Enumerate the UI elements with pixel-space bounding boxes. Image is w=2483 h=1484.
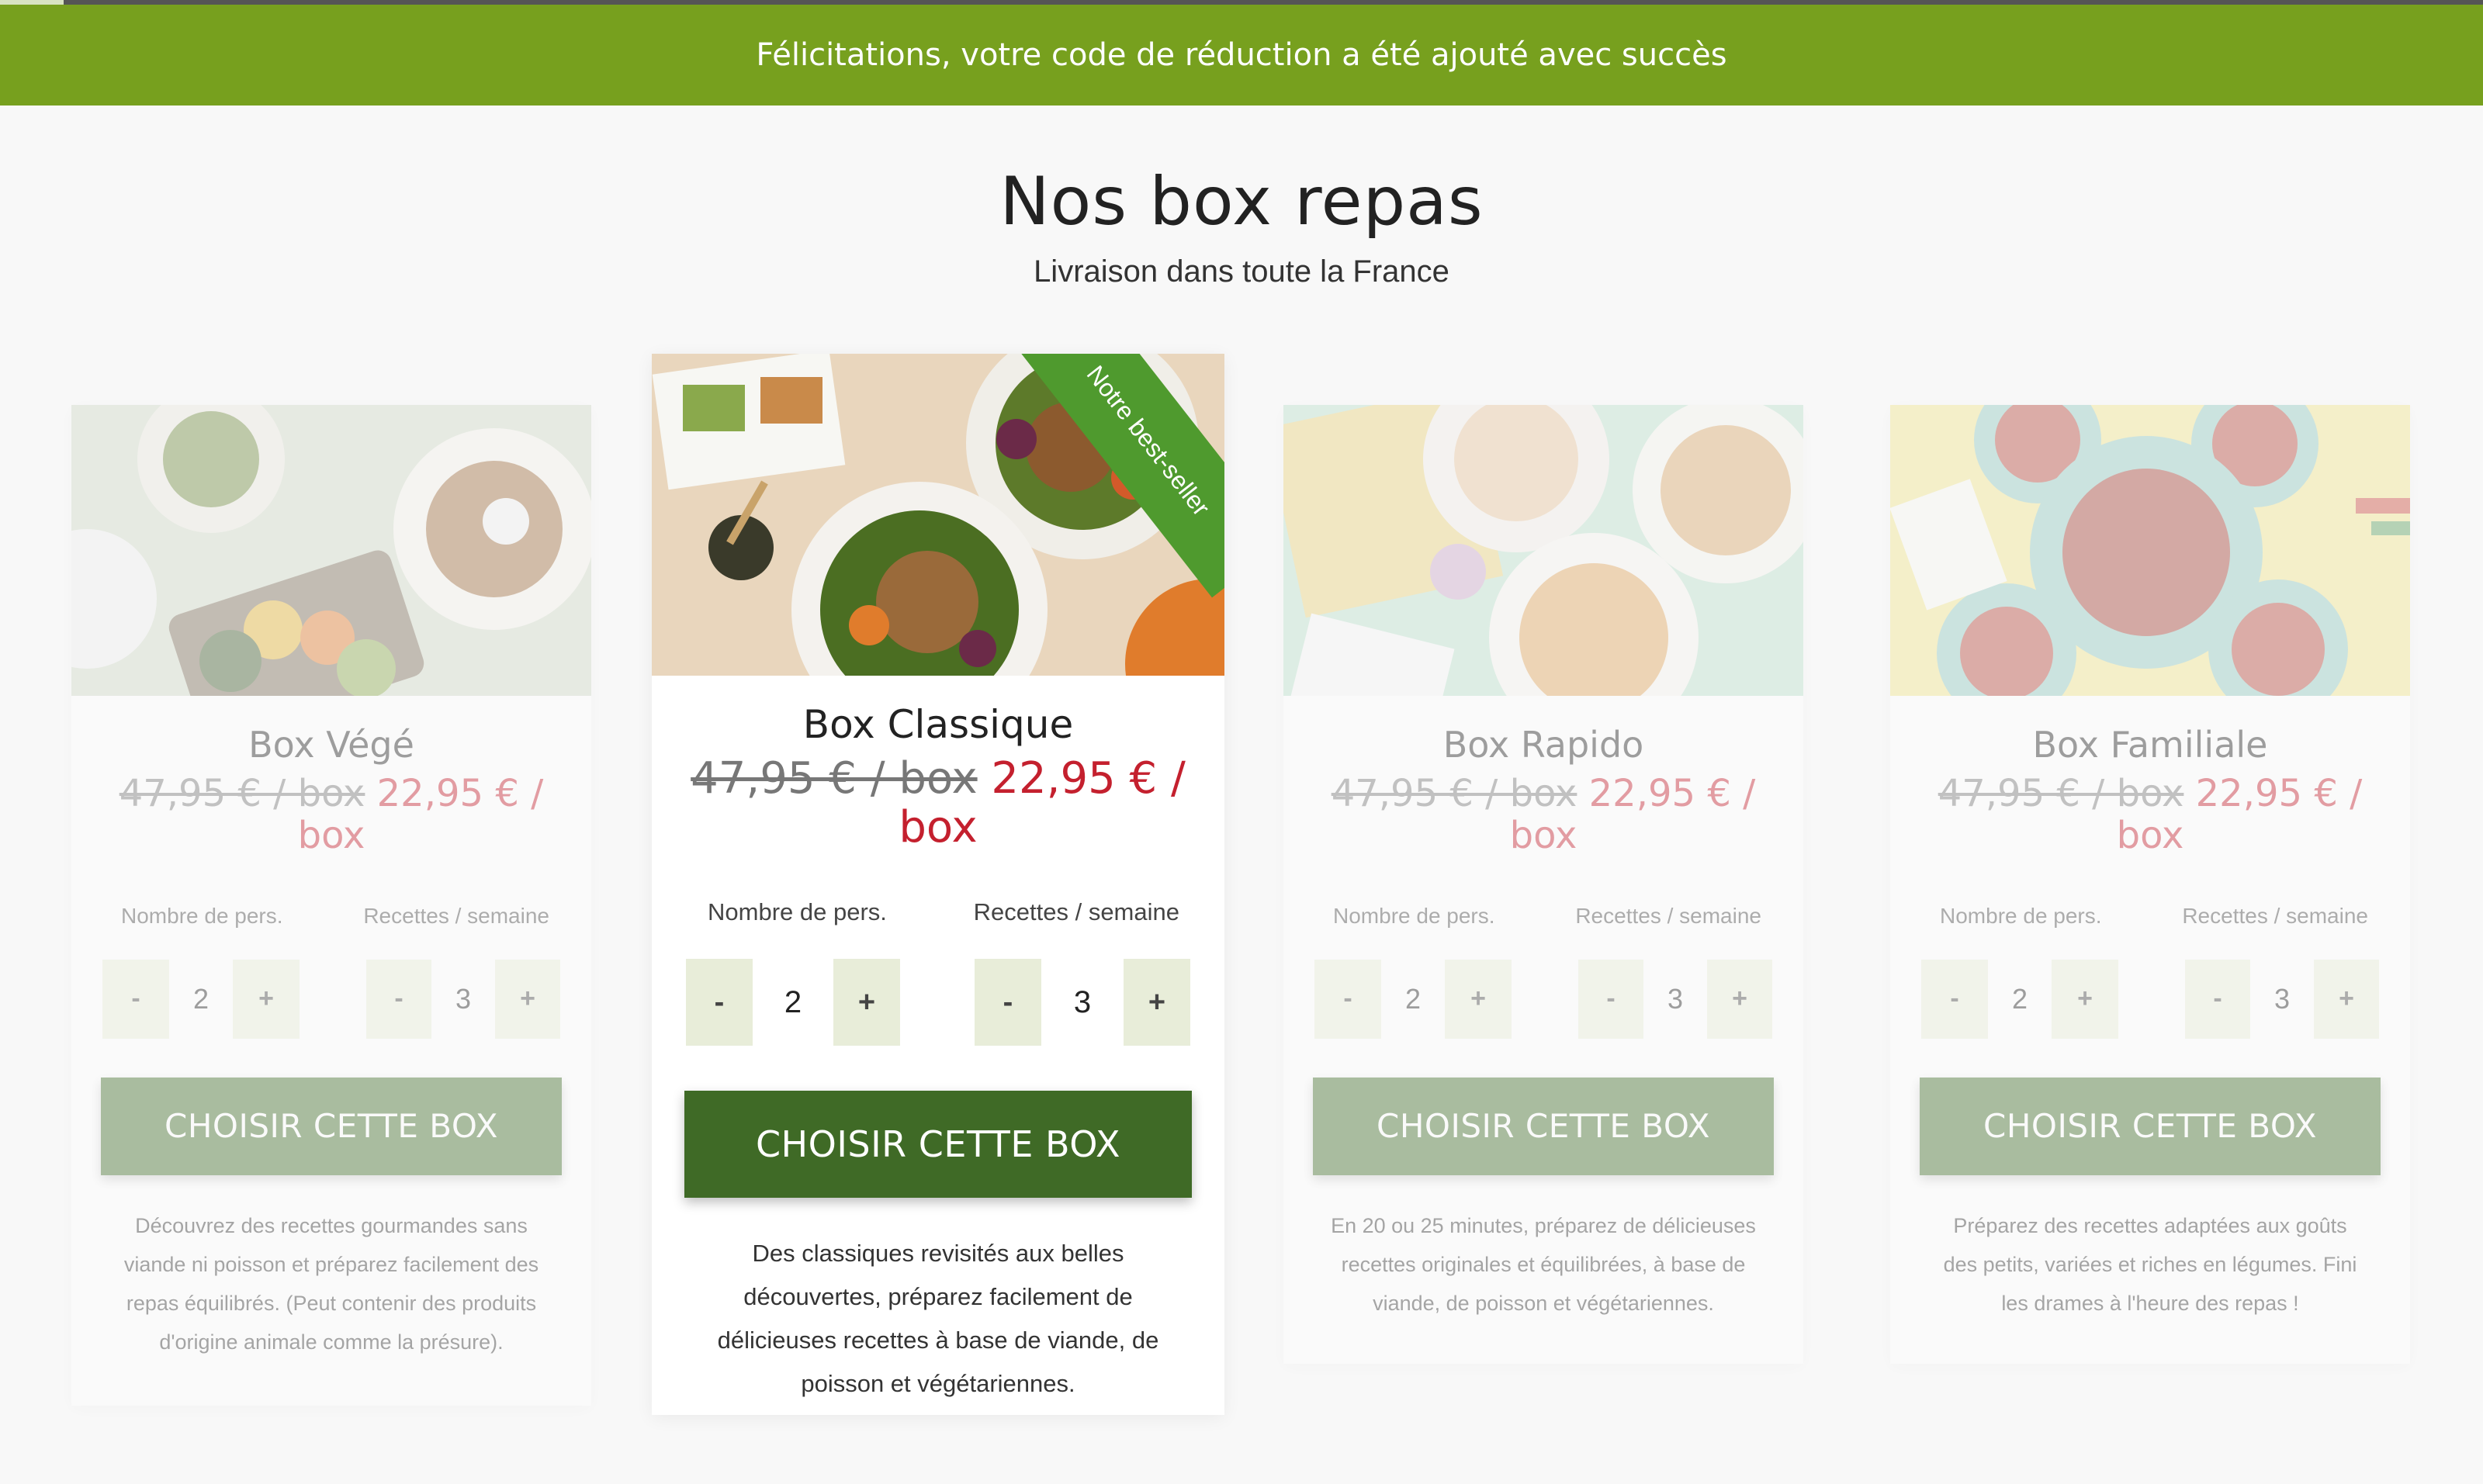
recipes-plus-button[interactable]: + (1707, 959, 1772, 1039)
persons-stepper[interactable]: - 2 + (1921, 959, 2118, 1039)
option-labels: Nombre de pers. Recettes / semaine (121, 904, 549, 929)
option-steppers: - 2 + - 3 + (1314, 959, 1772, 1039)
box-price: 47,95 € / box 22,95 € / box (1890, 773, 2410, 857)
price-unit: box (2116, 813, 2184, 857)
recipes-stepper[interactable]: - 3 + (366, 959, 560, 1039)
recipes-plus-button[interactable]: + (2314, 959, 2379, 1039)
persons-stepper[interactable]: - 2 + (102, 959, 300, 1039)
box-classique-image: Notre best-seller (652, 354, 1224, 676)
option-labels: Nombre de pers. Recettes / semaine (708, 898, 1179, 926)
box-price: 47,95 € / box 22,95 € / box (652, 753, 1224, 853)
persons-minus-button[interactable]: - (686, 959, 753, 1046)
box-title: Box Classique (802, 702, 1074, 747)
box-card-classique[interactable]: Notre best-seller Box Classique 47,95 € … (652, 354, 1224, 1415)
price-unit: box (899, 801, 978, 853)
persons-label: Nombre de pers. (1333, 903, 1495, 928)
choose-box-button[interactable]: CHOISIR CETTE BOX (1313, 1077, 1774, 1175)
persons-minus-button[interactable]: - (102, 959, 169, 1039)
choose-box-button[interactable]: CHOISIR CETTE BOX (101, 1077, 562, 1175)
old-price: 47,95 € / box (1938, 772, 2184, 815)
box-card-vege[interactable]: Box Végé 47,95 € / box 22,95 € / box Nom… (71, 405, 591, 1406)
page-title: Nos box repas (999, 163, 1484, 240)
page-subtitle: Livraison dans toute la France (1034, 254, 1449, 289)
recipes-plus-button[interactable]: + (495, 959, 560, 1039)
option-labels: Nombre de pers. Recettes / semaine (1333, 904, 1761, 929)
box-card-familiale[interactable]: Box Familiale 47,95 € / box 22,95 € / bo… (1890, 405, 2410, 1364)
recipes-plus-button[interactable]: + (1124, 959, 1190, 1046)
box-vege-image (71, 405, 591, 696)
box-description: En 20 ou 25 minutes, préparez de délicie… (1331, 1213, 1756, 1315)
recipes-minus-button[interactable]: - (2185, 959, 2250, 1039)
discount-price: 22,95 € / (2195, 772, 2363, 815)
persons-label: Nombre de pers. (1940, 903, 2102, 928)
recipes-value[interactable]: 3 (1643, 959, 1707, 1039)
persons-value[interactable]: 2 (753, 959, 833, 1046)
recipes-minus-button[interactable]: - (1578, 959, 1643, 1039)
persons-stepper[interactable]: - 2 + (686, 959, 900, 1046)
success-banner: Félicitations, votre code de réduction a… (0, 5, 2483, 106)
recipes-minus-button[interactable]: - (975, 959, 1041, 1046)
old-price: 47,95 € / box (1331, 772, 1577, 815)
discount-price: 22,95 € / (991, 753, 1186, 804)
option-steppers: - 2 + - 3 + (686, 959, 1190, 1046)
recipes-label: Recettes / semaine (1575, 903, 1761, 928)
recipes-stepper[interactable]: - 3 + (1578, 959, 1772, 1039)
recipes-value[interactable]: 3 (1041, 959, 1124, 1046)
persons-stepper[interactable]: - 2 + (1314, 959, 1512, 1039)
box-description: Des classiques revisités aux belles déco… (717, 1240, 1159, 1398)
old-price: 47,95 € / box (119, 772, 365, 815)
recipes-value[interactable]: 3 (2250, 959, 2314, 1039)
persons-value[interactable]: 2 (1988, 959, 2052, 1039)
persons-plus-button[interactable]: + (2052, 959, 2118, 1039)
persons-plus-button[interactable]: + (1445, 959, 1512, 1039)
box-title: Box Végé (248, 724, 414, 766)
persons-value[interactable]: 2 (169, 959, 233, 1039)
box-card-rapido[interactable]: Box Rapido 47,95 € / box 22,95 € / box N… (1283, 405, 1803, 1364)
persons-minus-button[interactable]: - (1921, 959, 1988, 1039)
box-price: 47,95 € / box 22,95 € / box (1283, 773, 1803, 857)
persons-minus-button[interactable]: - (1314, 959, 1381, 1039)
option-labels: Nombre de pers. Recettes / semaine (1940, 904, 2368, 929)
box-price: 47,95 € / box 22,95 € / box (71, 773, 591, 857)
persons-plus-button[interactable]: + (833, 959, 900, 1046)
recipes-value[interactable]: 3 (431, 959, 495, 1039)
box-title: Box Familiale (2032, 724, 2268, 766)
option-steppers: - 2 + - 3 + (1921, 959, 2379, 1039)
hero-section: Nos box repas Livraison dans toute la Fr… (0, 163, 2483, 289)
persons-plus-button[interactable]: + (233, 959, 300, 1039)
recipes-minus-button[interactable]: - (366, 959, 431, 1039)
option-steppers: - 2 + - 3 + (102, 959, 560, 1039)
box-rapido-image (1283, 405, 1803, 696)
old-price: 47,95 € / box (691, 753, 978, 804)
price-unit: box (1509, 813, 1577, 857)
recipes-label: Recettes / semaine (363, 903, 549, 928)
choose-box-button[interactable]: CHOISIR CETTE BOX (684, 1091, 1192, 1199)
recipes-label: Recettes / semaine (973, 898, 1179, 926)
box-familiale-image (1890, 405, 2410, 696)
box-description: Découvrez des recettes gourmandes sans v… (123, 1213, 539, 1354)
recipes-stepper[interactable]: - 3 + (975, 959, 1190, 1046)
box-description: Préparez des recettes adaptées aux goûts… (1943, 1213, 2357, 1315)
recipes-label: Recettes / semaine (2182, 903, 2368, 928)
price-unit: box (297, 813, 365, 857)
persons-value[interactable]: 2 (1381, 959, 1445, 1039)
choose-box-button[interactable]: CHOISIR CETTE BOX (1920, 1077, 2381, 1175)
persons-label: Nombre de pers. (121, 903, 283, 928)
discount-price: 22,95 € / (1588, 772, 1756, 815)
discount-price: 22,95 € / (376, 772, 544, 815)
success-message: Félicitations, votre code de réduction a… (756, 37, 1727, 73)
box-title: Box Rapido (1442, 724, 1644, 766)
recipes-stepper[interactable]: - 3 + (2185, 959, 2379, 1039)
persons-label: Nombre de pers. (708, 898, 887, 926)
